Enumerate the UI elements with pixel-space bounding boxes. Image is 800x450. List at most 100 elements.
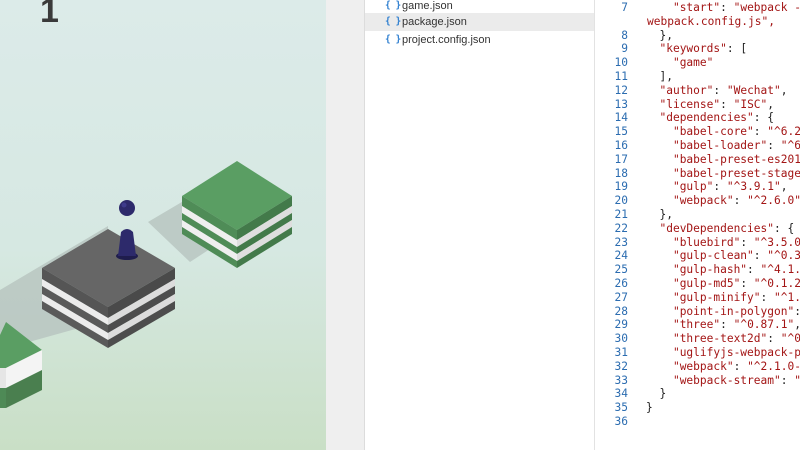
code-text: "gulp-hash": "^4.1.1 [646, 263, 800, 277]
code-text: "webpack": "^2.6.0" [646, 194, 800, 208]
code-text: } [646, 401, 653, 415]
code-line[interactable]: 15 "babel-core": "^6.23 [595, 125, 800, 139]
game-simulator[interactable]: 1 [0, 0, 326, 450]
code-token-indent [646, 125, 673, 138]
line-number: 8 [621, 28, 628, 42]
file-tree: { } game.json { } package.json { } proje… [365, 0, 595, 450]
code-line[interactable]: 12 "author": "Wechat", [595, 84, 800, 98]
code-token-punct: } [646, 401, 653, 415]
line-number: 36 [614, 415, 628, 428]
code-token-indent [646, 374, 673, 387]
code-token-key: "babel-core" [672, 125, 754, 139]
code-line[interactable]: 26 "gulp-md5": "^0.1.2' [595, 277, 800, 291]
line-number: 28 [614, 304, 628, 318]
line-number: 23 [614, 235, 628, 249]
code-token-indent [646, 56, 673, 69]
file-item-package-json[interactable]: { } package.json [365, 13, 594, 31]
code-line[interactable]: 8 }, [595, 29, 800, 43]
code-line[interactable]: 7 "start": "webpack -- [595, 1, 800, 15]
code-token-tail: , [794, 318, 800, 331]
code-token-val: "^3.5.0' [753, 235, 800, 249]
code-token-indent [646, 139, 673, 152]
file-item-project-config-json[interactable]: { } project.config.json [365, 31, 594, 49]
json-file-icon: { } [385, 34, 401, 45]
code-token-sep: : [720, 97, 734, 111]
code-line[interactable]: 27 "gulp-minify": "^1.0 [595, 291, 800, 305]
panel-divider[interactable] [326, 0, 365, 450]
code-editor[interactable]: 7 "start": "webpack --webpack.config.js"… [595, 0, 800, 450]
code-token-val: "^0.87.1" [733, 318, 795, 332]
code-token-val: "game" [672, 56, 714, 70]
code-line[interactable]: 35} [595, 401, 800, 415]
code-token-val: "^2.1.0-b [747, 359, 800, 373]
code-token-val: "^0.3. [767, 249, 800, 263]
code-token-val: "^1.0 [774, 290, 800, 304]
code-token-key: "author" [659, 83, 714, 97]
code-token-tail: , [780, 180, 788, 194]
code-text: "license": "ISC", [646, 98, 774, 112]
code-text: "babel-preset-es2015 [646, 153, 800, 167]
code-line[interactable]: 22 "devDependencies": { [595, 222, 800, 236]
code-line[interactable]: 10 "game" [595, 56, 800, 70]
code-line[interactable]: 9 "keywords": [ [595, 42, 800, 56]
code-line[interactable]: 32 "webpack": "^2.1.0-b [595, 360, 800, 374]
code-token-indent [646, 263, 673, 276]
file-name: package.json [402, 16, 467, 28]
code-token-val: "webpack -- [733, 1, 800, 14]
line-number: 21 [614, 208, 628, 221]
code-line[interactable]: 19 "gulp": "^3.9.1", [595, 180, 800, 194]
code-token-sep: : [720, 1, 734, 14]
code-token-indent [646, 387, 659, 400]
code-line[interactable]: 11 ], [595, 70, 800, 84]
line-number: 33 [614, 373, 628, 387]
code-token-sep: : [767, 332, 781, 346]
code-token-punct: ], [659, 70, 673, 83]
code-line[interactable]: 34 } [595, 387, 800, 401]
code-token-sep: : [747, 263, 761, 277]
code-line[interactable]: 28 "point-in-polygon": [595, 305, 800, 319]
code-text: "gulp": "^3.9.1", [646, 180, 788, 194]
line-number: 15 [614, 125, 628, 139]
code-token-sep: : [733, 359, 748, 373]
code-line[interactable]: 20 "webpack": "^2.6.0" [595, 194, 800, 208]
code-token-key: "devDependencies" [659, 221, 774, 235]
code-line[interactable]: 30 "three-text2d": "^0. [595, 332, 800, 346]
code-line[interactable]: 13 "license": "ISC", [595, 98, 800, 112]
code-line[interactable]: 33 "webpack-stream": "^ [595, 374, 800, 388]
code-text: "webpack-stream": "^ [646, 374, 800, 388]
code-line[interactable]: 31 "uglifyjs-webpack-pl [595, 346, 800, 360]
code-token-key: "gulp-md5" [672, 277, 741, 290]
code-line[interactable]: webpack.config.js", [595, 15, 800, 29]
code-line[interactable]: 18 "babel-preset-stage- [595, 167, 800, 181]
code-line[interactable]: 17 "babel-preset-es2015 [595, 153, 800, 167]
code-text: "gulp-clean": "^0.3. [646, 249, 800, 263]
code-line[interactable]: 24 "gulp-clean": "^0.3. [595, 249, 800, 263]
code-token-sep: : [713, 180, 727, 194]
code-line[interactable]: 29 "three": "^0.87.1", [595, 318, 800, 332]
code-line[interactable]: 16 "babel-loader": "^6. [595, 139, 800, 153]
code-token-indent [646, 98, 659, 111]
code-line[interactable]: 25 "gulp-hash": "^4.1.1 [595, 263, 800, 277]
code-line[interactable]: 36 [595, 415, 800, 429]
code-token-key: "start" [672, 1, 721, 14]
line-number: 22 [614, 221, 628, 235]
code-continuation: webpack.config.js", [647, 14, 775, 28]
code-token-indent [646, 194, 673, 207]
code-line[interactable]: 14 "dependencies": { [595, 111, 800, 125]
code-line[interactable]: 21 }, [595, 208, 800, 222]
line-number: 26 [614, 277, 628, 290]
code-token-key: "gulp-clean" [672, 249, 754, 263]
code-token-indent [646, 346, 673, 359]
code-text: "author": "Wechat", [646, 83, 787, 98]
code-line[interactable]: 23 "bluebird": "^3.5.0' [595, 236, 800, 250]
line-number: 10 [614, 56, 628, 70]
code-token-indent [646, 29, 659, 42]
code-token-sep: : [767, 139, 781, 152]
code-token-sep: : [760, 290, 774, 304]
code-text: "babel-core": "^6.23 [646, 125, 800, 139]
code-token-indent [646, 332, 673, 345]
code-token-punct2: { [767, 111, 775, 125]
code-token-indent [646, 318, 673, 331]
code-text: }, [646, 208, 672, 222]
code-token-indent [646, 249, 673, 262]
